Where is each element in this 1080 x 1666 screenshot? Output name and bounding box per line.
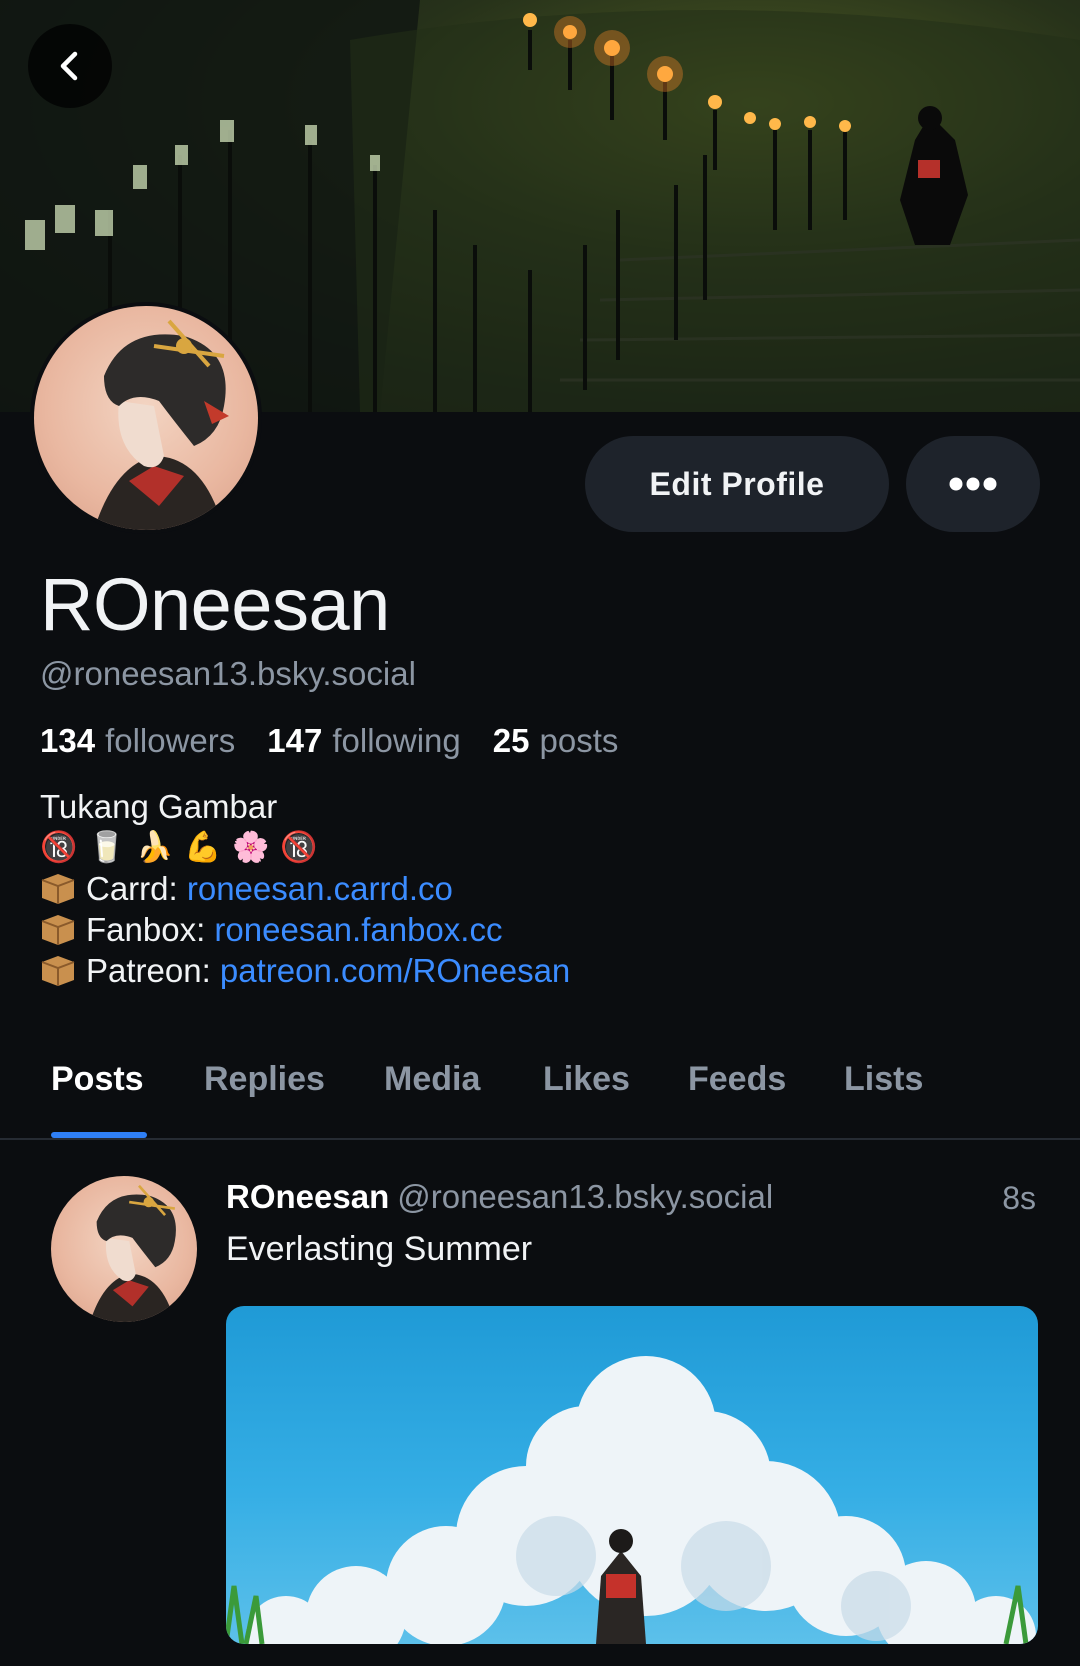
flexed-biceps-icon: 💪 [184,831,222,864]
banana-icon: 🍌 [136,831,174,864]
package-icon [41,915,75,945]
active-tab-indicator [51,1132,147,1138]
carrd-link[interactable]: roneesan.carrd.co [187,870,453,907]
post-text: Everlasting Summer [226,1230,533,1268]
profile-avatar[interactable] [30,302,262,534]
more-options-button[interactable] [906,436,1040,532]
package-icon [41,956,75,986]
post-author-avatar[interactable] [51,1176,197,1322]
tab-replies[interactable]: Replies [204,1060,325,1099]
edit-profile-button[interactable]: Edit Profile [585,436,889,532]
followers-stat[interactable]: 134 followers [40,722,235,760]
tab-media[interactable]: Media [384,1060,480,1099]
package-icon [41,874,75,904]
display-name: ROneesan [40,563,390,646]
fanbox-link[interactable]: roneesan.fanbox.cc [214,911,502,948]
cherry-blossom-icon: 🌸 [232,831,270,864]
tab-lists[interactable]: Lists [844,1060,923,1099]
post-image-artwork [226,1356,1036,1644]
tab-feeds[interactable]: Feeds [688,1060,786,1099]
patreon-link[interactable]: patreon.com/ROneesan [220,952,570,989]
bio-link-patreon: Patreon: patreon.com/ROneesan [40,950,570,991]
post-header: ROneesan @roneesan13.bsky.social [226,1178,773,1216]
following-stat[interactable]: 147 following [267,722,460,760]
bio-emoji-row: 🔞 🥛 🍌 💪 🌸 🔞 [40,827,570,868]
no-under-18-icon: 🔞 [40,831,78,864]
no-under-18-icon: 🔞 [280,831,318,864]
bio-link-carrd: Carrd: roneesan.carrd.co [40,868,570,909]
profile-bio: Tukang Gambar 🔞 🥛 🍌 💪 🌸 🔞 Carrd: roneesa… [40,786,570,991]
bio-title: Tukang Gambar [40,788,278,825]
post-author-handle[interactable]: @roneesan13.bsky.social [397,1178,773,1215]
tab-posts[interactable]: Posts [51,1060,144,1099]
post-timestamp: 8s [1002,1180,1036,1216]
post-image[interactable] [226,1306,1038,1644]
milk-icon: 🥛 [88,831,126,864]
ellipsis-icon [949,477,997,491]
bio-link-fanbox: Fanbox: roneesan.fanbox.cc [40,909,570,950]
profile-stats: 134 followers 147 following 25 posts [40,722,618,760]
posts-stat: 25 posts [492,722,619,759]
post-author-name[interactable]: ROneesan [226,1178,389,1215]
back-button[interactable] [28,24,112,108]
chevron-left-icon [60,51,78,81]
avatar-illustration [94,319,229,530]
profile-handle: @roneesan13.bsky.social [40,655,416,692]
tab-likes[interactable]: Likes [543,1060,630,1099]
profile-tabs: Posts Replies Media Likes Feeds Lists [0,1046,1080,1140]
avatar-illustration [90,1184,176,1322]
